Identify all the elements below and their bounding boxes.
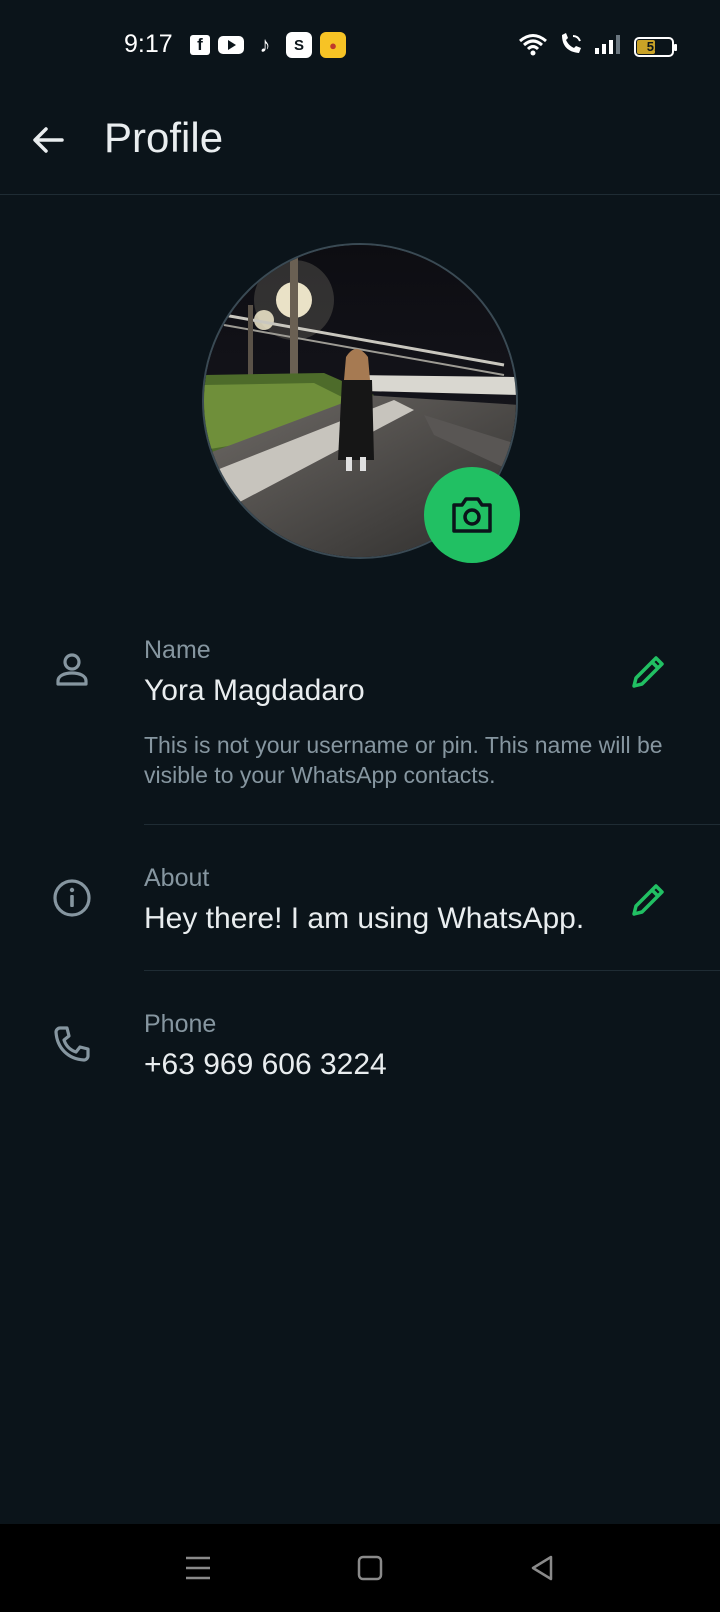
- page-title: Profile: [104, 114, 224, 161]
- phone-icon: [48, 1020, 96, 1068]
- name-label: Name: [144, 636, 211, 664]
- phone-row: Phone +63 969 606 3224: [0, 994, 720, 1114]
- yellow-app-icon: ●: [320, 32, 346, 58]
- wifi-icon: [518, 32, 548, 61]
- signal-icon: [594, 33, 624, 60]
- recent-apps-button[interactable]: [172, 1542, 224, 1594]
- home-square-icon: [357, 1555, 383, 1581]
- status-bar: 9:17 f ♪ S ● 51: [0, 0, 720, 90]
- nav-back-button[interactable]: [516, 1542, 568, 1594]
- tiktok-icon: ♪: [259, 32, 271, 57]
- menu-icon: [186, 1556, 210, 1580]
- name-value: Yora Magdadaro: [144, 674, 365, 707]
- about-value: Hey there! I am using WhatsApp.: [144, 902, 585, 935]
- info-icon: [48, 874, 96, 922]
- edit-name-button[interactable]: [626, 650, 670, 694]
- status-time: 9:17: [124, 30, 173, 58]
- change-photo-button[interactable]: [424, 467, 520, 563]
- name-row[interactable]: Name Yora Magdadaro This is not your use…: [0, 620, 720, 820]
- facebook-icon: f: [190, 35, 210, 55]
- edit-about-button[interactable]: [626, 878, 670, 922]
- divider: [144, 970, 720, 971]
- wifi-calling-icon: [558, 32, 584, 61]
- back-triangle-icon: [531, 1555, 553, 1581]
- back-arrow-icon: [33, 127, 64, 153]
- system-icons: 51: [518, 32, 677, 61]
- notification-icons: f ♪ S ●: [190, 32, 346, 58]
- camera-icon: [452, 497, 492, 533]
- phone-value: +63 969 606 3224: [144, 1048, 387, 1081]
- app-header: Profile: [0, 90, 720, 195]
- about-label: About: [144, 864, 210, 892]
- battery-icon: 51: [634, 36, 677, 57]
- s-app-icon: S: [286, 32, 312, 58]
- name-help-text: This is not your username or pin. This n…: [144, 732, 663, 788]
- pencil-icon: [632, 656, 664, 688]
- system-nav-bar: [0, 1524, 720, 1612]
- youtube-icon: [218, 36, 244, 54]
- divider: [144, 824, 720, 825]
- person-icon: [48, 646, 96, 694]
- home-button[interactable]: [344, 1542, 396, 1594]
- about-row[interactable]: About Hey there! I am using WhatsApp.: [0, 848, 720, 968]
- pencil-icon: [632, 884, 664, 916]
- back-button[interactable]: [28, 120, 68, 160]
- battery-level: 51: [646, 38, 662, 54]
- phone-label: Phone: [144, 1010, 217, 1038]
